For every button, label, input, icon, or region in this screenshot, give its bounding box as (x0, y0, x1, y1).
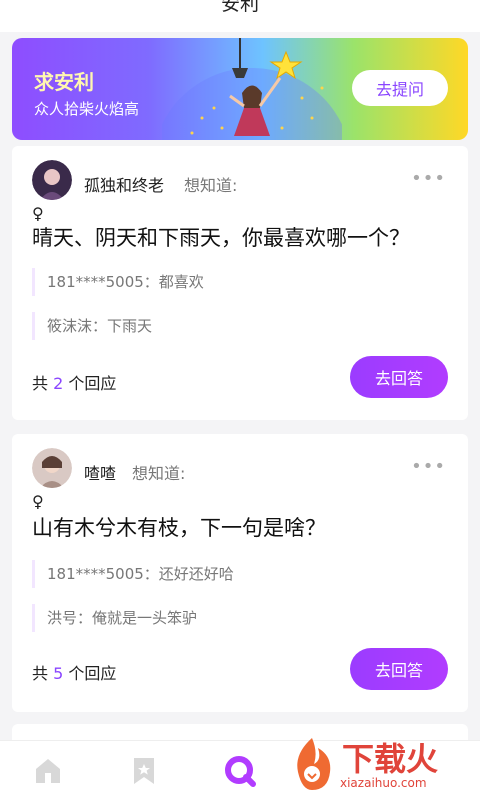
username[interactable]: 喳喳 (84, 460, 116, 484)
reply-item: 洪号：俺就是一头笨驴 (32, 604, 197, 632)
reply-count: 共 2 个回应 (32, 370, 116, 394)
count-number: 5 (53, 664, 64, 683)
count-prefix: 共 (32, 374, 49, 393)
question-text[interactable]: 山有木兮木有枝，下一句是啥？ (32, 512, 326, 542)
count-number: 2 (53, 374, 64, 393)
wants-to-know-label: 想知道: (132, 464, 186, 483)
count-suffix: 个回应 (68, 374, 117, 393)
ask-banner: 求安利 众人拾柴火焰高 去提问 (12, 38, 468, 140)
answer-button[interactable]: 去回答 (350, 648, 448, 690)
reply-item: 筱沫沫：下雨天 (32, 312, 152, 340)
page-title: 安利 (220, 0, 259, 15)
flame-logo-icon (297, 738, 331, 790)
avatar[interactable]: ♀ (32, 448, 76, 511)
question-card[interactable]: ♀ 孤独和终老 想知道: ••• 晴天、阴天和下雨天，你最喜欢哪一个？ 181*… (12, 146, 468, 420)
reply-item: 181****5005：都喜欢 (32, 268, 204, 296)
count-prefix: 共 (32, 664, 49, 683)
watermark-url: xiazaihuo.com (340, 776, 427, 790)
question-text[interactable]: 晴天、阴天和下雨天，你最喜欢哪一个？ (32, 222, 410, 252)
bookmark-icon[interactable] (128, 755, 160, 787)
top-bar: 安利 (0, 0, 480, 32)
answer-button[interactable]: 去回答 (350, 356, 448, 398)
reply-count: 共 5 个回应 (32, 660, 116, 684)
avatar[interactable]: ♀ (32, 160, 76, 223)
reply-item: 181****5005：还好还好哈 (32, 560, 234, 588)
banner-illustration (162, 38, 342, 140)
question-card[interactable]: ♀ 喳喳 想知道: ••• 山有木兮木有枝，下一句是啥？ 181****5005… (12, 434, 468, 712)
count-suffix: 个回应 (68, 664, 117, 683)
banner-title: 求安利 (34, 70, 94, 94)
wants-to-know-label: 想知道: (184, 176, 238, 195)
watermark: 下载火 xiazaihuo.com (284, 734, 474, 794)
user-avatar-image (32, 448, 72, 488)
more-options-icon[interactable]: ••• (411, 168, 446, 189)
female-icon: ♀ (32, 492, 44, 511)
home-icon[interactable] (32, 755, 64, 787)
search-q-icon[interactable] (224, 755, 256, 787)
username[interactable]: 孤独和终老 (84, 172, 164, 196)
female-icon: ♀ (32, 204, 44, 223)
bottom-tab-bar: 下载火 xiazaihuo.com (0, 738, 480, 800)
user-avatar-image (32, 160, 72, 200)
watermark-text: 下载火 (342, 740, 439, 778)
more-options-icon[interactable]: ••• (411, 456, 446, 477)
ask-question-button[interactable]: 去提问 (352, 70, 448, 106)
banner-subtitle: 众人拾柴火焰高 (34, 100, 140, 118)
